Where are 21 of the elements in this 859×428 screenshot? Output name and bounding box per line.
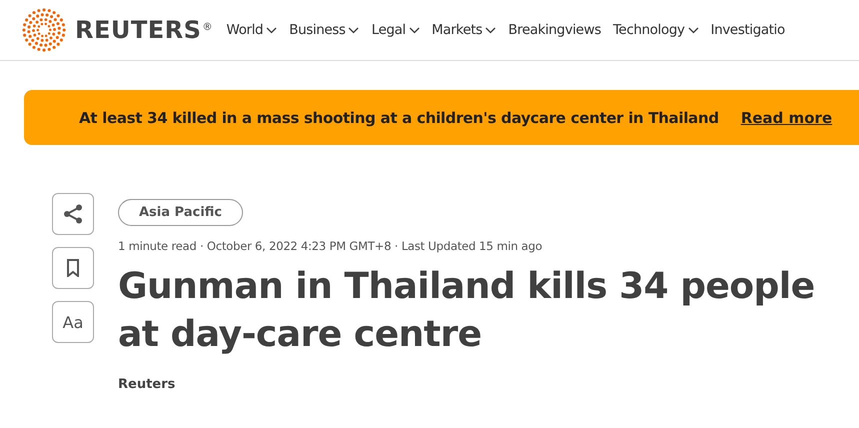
read-more-link[interactable]: Read more: [740, 108, 832, 126]
share-button[interactable]: [52, 193, 94, 235]
nav-link[interactable]: World: [226, 22, 278, 38]
bookmark-button[interactable]: [52, 247, 94, 289]
brand-wordmark[interactable]: REUTERS: [75, 16, 202, 44]
share-icon: [62, 203, 84, 225]
nav-link[interactable]: Breakingviews: [508, 22, 601, 38]
nav-link[interactable]: Investigatio: [710, 22, 785, 38]
nav-link[interactable]: Business: [289, 22, 360, 38]
nav-link[interactable]: Legal: [371, 22, 420, 38]
text-size-button[interactable]: Aa: [52, 301, 94, 343]
bookmark-icon: [66, 259, 80, 277]
article-meta: 1 minute read · October 6, 2022 4:23 PM GMT+8 · Last Updated 15 min ago: [118, 239, 544, 253]
alert-text: At least 34 killed in a mass shooting at a children's daycare center in Thailand: [79, 108, 719, 126]
nav-link[interactable]: Markets: [432, 22, 496, 38]
nav-link[interactable]: Technology: [612, 22, 699, 38]
headline: Gunman in Thailand kills 34 people at day-care centre: [118, 265, 816, 357]
byline: Reuters: [118, 377, 176, 392]
registered-mark: ®: [202, 22, 212, 33]
logo-icon[interactable]: [22, 8, 66, 52]
section-tag[interactable]: Asia Pacific: [118, 199, 244, 226]
